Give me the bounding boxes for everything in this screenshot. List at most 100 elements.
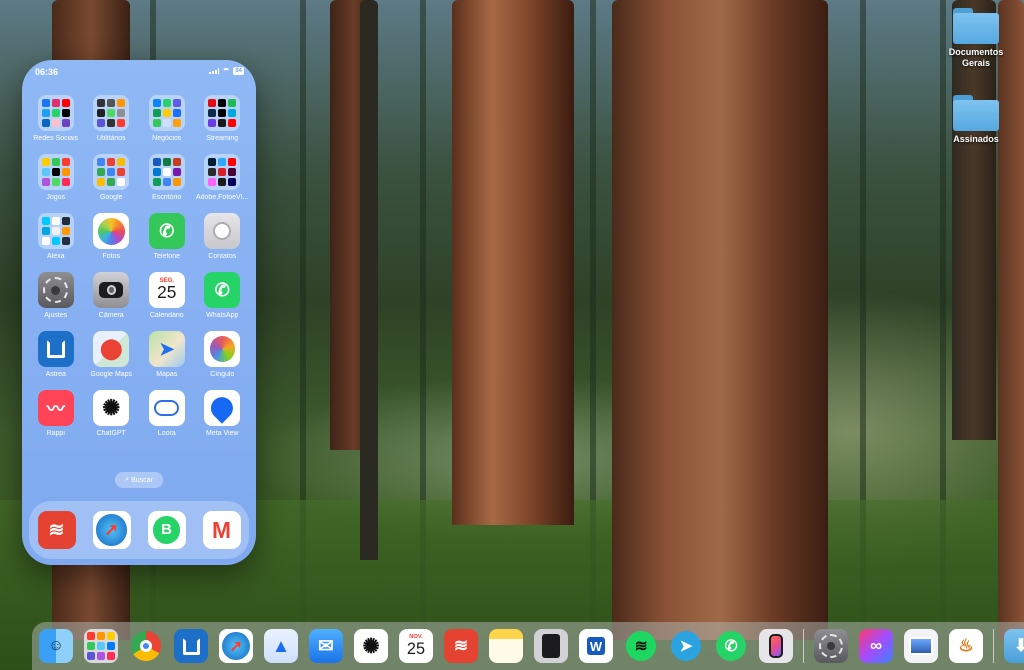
folder-streaming[interactable]: Streaming — [195, 95, 251, 149]
dock-telegram[interactable]: ➤ — [668, 628, 704, 664]
iphone-mirroring-window[interactable]: 06:36 84 Redes Sociais Utilitários Negócio… — [22, 60, 256, 565]
app-mapas[interactable]: ➤ Mapas — [139, 331, 195, 385]
dock-launchpad[interactable] — [83, 628, 119, 664]
folder-redes-sociais[interactable]: Redes Sociais — [28, 95, 84, 149]
dock-safari-icon: ➚ — [219, 629, 253, 663]
dock-chatgpt[interactable]: ✺ — [353, 628, 389, 664]
app-alexa[interactable]: Alexa — [28, 213, 84, 267]
app-whatsapp[interactable]: ✆ WhatsApp — [195, 272, 251, 326]
dock-chrome-icon — [129, 629, 163, 663]
app-label: WhatsApp — [206, 312, 239, 319]
dock-calendar[interactable]: NOV. 25 — [398, 628, 434, 664]
dock-creative-cloud[interactable]: ∞ — [858, 628, 894, 664]
wifi-icon — [222, 68, 231, 74]
dock-todoist[interactable]: ≋ — [443, 628, 479, 664]
dock-notes-icon — [489, 629, 523, 663]
app-loora[interactable]: Loora — [139, 390, 195, 444]
search-icon: ⌕ — [125, 476, 130, 483]
app-calendario-icon: SEG. 25 — [148, 272, 185, 308]
app-astrea[interactable]: Astrea — [28, 331, 84, 385]
dock-notes[interactable] — [488, 628, 524, 664]
app-camera[interactable]: Câmera — [84, 272, 140, 326]
phone-dock-gmail-icon: M — [202, 511, 241, 549]
search-button[interactable]: ⌕ Buscar — [115, 472, 163, 488]
app-label: Cíngulo — [210, 371, 235, 378]
app-chatgpt[interactable]: ✺ ChatGPT — [84, 390, 140, 444]
dock-mail[interactable]: ✉ — [308, 628, 344, 664]
phone-dock-gmail[interactable]: M — [202, 511, 241, 549]
folder-google[interactable]: Google — [84, 154, 140, 208]
dock-iphone-mirroring[interactable] — [758, 628, 794, 664]
dock-whatsapp-icon: ✆ — [714, 629, 748, 663]
app-label: Mapas — [156, 371, 178, 378]
dock-java[interactable]: ♨ — [948, 628, 984, 664]
dock-iphone-mirroring-icon — [759, 629, 793, 663]
app-rappi-icon: 〰 — [37, 390, 74, 426]
search-label: Buscar — [131, 476, 153, 484]
dock-word[interactable]: W — [578, 628, 614, 664]
dock-launchpad-icon — [84, 629, 118, 663]
dock-mail-icon: ✉ — [309, 629, 343, 663]
folder-negocios[interactable]: Negócios — [139, 95, 195, 149]
app-fotos-icon — [93, 213, 130, 249]
app-mapas-icon: ➤ — [148, 331, 185, 367]
app-contatos-icon — [204, 213, 241, 249]
folder-escritorio-icon — [148, 154, 185, 190]
dock-spotify[interactable]: ≋ — [623, 628, 659, 664]
phone-dock-todoist[interactable]: ≋ — [37, 511, 76, 549]
app-label: Utilitários — [96, 135, 126, 142]
dock-system-settings[interactable] — [813, 628, 849, 664]
app-telefone[interactable]: ✆ Telefone — [139, 213, 195, 267]
app-rappi[interactable]: 〰 Rappi — [28, 390, 84, 444]
app-google-maps[interactable]: ⬤ Google Maps — [84, 331, 140, 385]
folder-jogos[interactable]: Jogos — [28, 154, 84, 208]
folder-redes-sociais-icon — [37, 95, 74, 131]
desktop-folder-assinados[interactable]: Assinados — [936, 95, 1016, 145]
dock-finder[interactable]: ☺ — [38, 628, 74, 664]
app-label: Negócios — [152, 135, 182, 142]
app-meta-view-icon — [204, 390, 241, 426]
app-label: Jogos — [46, 194, 66, 201]
app-chatgpt-icon: ✺ — [93, 390, 130, 426]
app-meta-view[interactable]: Meta View — [195, 390, 251, 444]
dock-preview[interactable] — [903, 628, 939, 664]
app-loora-icon — [148, 390, 185, 426]
desktop-folder-label: Assinados — [953, 134, 999, 144]
folder-adobe[interactable]: Adobe,FotoeVí... — [195, 154, 251, 208]
dock-testflight[interactable]: ▲ — [263, 628, 299, 664]
macos-dock: ☺ ➚ ▲ ✉ ✺ NOV. 25 ≋ W ≋ ➤ ✆ ∞ ♨ ⬇ — [32, 622, 1024, 670]
folder-adobe-icon — [204, 154, 241, 190]
dock-whatsapp[interactable]: ✆ — [713, 628, 749, 664]
folder-escritorio[interactable]: Escritório — [139, 154, 195, 208]
desktop-folder-documentos-gerais[interactable]: Documentos Gerais — [936, 8, 1016, 69]
dock-chrome[interactable] — [128, 628, 164, 664]
app-label: Fotos — [102, 253, 120, 260]
dock-telegram-icon: ➤ — [669, 629, 703, 663]
folder-utilitarios-icon — [93, 95, 130, 131]
app-cingulo[interactable]: Cíngulo — [195, 331, 251, 385]
dock-calendar-icon: NOV. 25 — [399, 629, 433, 663]
folder-utilitarios[interactable]: Utilitários — [84, 95, 140, 149]
app-label: Ajustes — [44, 312, 68, 319]
dock-calculator[interactable] — [533, 628, 569, 664]
app-calendario[interactable]: SEG. 25 Calendário — [139, 272, 195, 326]
dock-separator — [803, 629, 804, 663]
app-label: Escritório — [152, 194, 182, 201]
app-camera-icon — [93, 272, 130, 308]
dock-safari[interactable]: ➚ — [218, 628, 254, 664]
app-fotos[interactable]: Fotos — [84, 213, 140, 267]
app-ajustes[interactable]: Ajustes — [28, 272, 84, 326]
dock-downloads[interactable]: ⬇ — [1003, 628, 1024, 664]
calendar-date: 25 — [157, 282, 177, 303]
phone-dock-safari[interactable]: ➚ — [92, 511, 131, 549]
signal-icon — [209, 68, 220, 74]
phone-dock-whatsapp-business[interactable]: B — [147, 511, 186, 549]
app-alexa-icon — [37, 213, 74, 249]
app-contatos[interactable]: Contatos — [195, 213, 251, 267]
dock-todoist-icon: ≋ — [444, 629, 478, 663]
dock-downloads-icon: ⬇ — [1004, 629, 1024, 663]
dock-chatgpt-icon: ✺ — [354, 629, 388, 663]
app-label: Alexa — [46, 253, 65, 260]
phone-dock: ≋ ➚ B M — [29, 501, 249, 559]
dock-astrea[interactable] — [173, 628, 209, 664]
